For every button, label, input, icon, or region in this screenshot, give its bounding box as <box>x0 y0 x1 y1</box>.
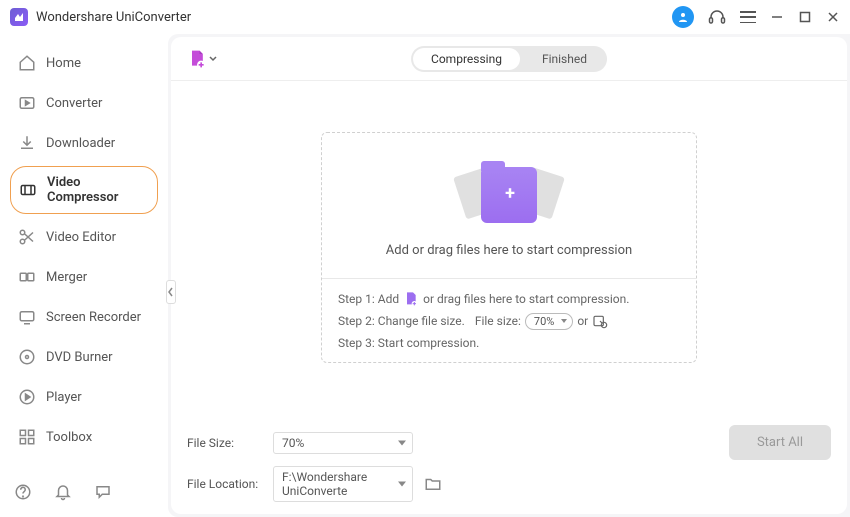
home-icon <box>18 54 36 72</box>
start-all-label: Start All <box>757 435 803 450</box>
folder-illustration-icon: + <box>459 161 559 231</box>
sidebar-item-player[interactable]: Player <box>10 380 158 414</box>
file-location-value: F:\Wondershare UniConverte <box>282 470 367 498</box>
file-location-label: File Location: <box>187 477 263 491</box>
menu-icon[interactable] <box>740 11 756 23</box>
step3-text: Step 3: Start compression. <box>338 336 479 350</box>
sidebar-item-label: Toolbox <box>46 430 92 445</box>
sidebar-item-label: Merger <box>46 270 87 285</box>
body: Home Converter Downloader Video Compress… <box>0 34 850 517</box>
footer: File Size: 70% Start All File Location: … <box>171 413 847 514</box>
title-right <box>672 6 840 28</box>
sidebar-bottom <box>10 477 158 507</box>
disc-icon <box>18 348 36 366</box>
step2-or: or <box>577 314 588 328</box>
content: + Add or drag files here to start compre… <box>171 81 847 413</box>
sidebar-item-label: Converter <box>46 96 102 111</box>
step2-label: File size: <box>475 314 521 328</box>
sidebar-item-label: Home <box>46 56 81 71</box>
play-icon <box>18 388 36 406</box>
open-folder-button[interactable] <box>423 474 443 494</box>
add-file-button[interactable] <box>187 49 217 69</box>
tab-label: Compressing <box>431 52 502 66</box>
sidebar-item-video-editor[interactable]: Video Editor <box>10 220 158 254</box>
sidebar-item-label: Video Editor <box>46 230 116 245</box>
sidebar-item-downloader[interactable]: Downloader <box>10 126 158 160</box>
file-size-select[interactable]: 70% <box>273 432 413 454</box>
collapse-sidebar-icon[interactable] <box>166 280 176 304</box>
tab-label: Finished <box>542 52 587 66</box>
sidebar-item-dvd-burner[interactable]: DVD Burner <box>10 340 158 374</box>
sidebar-item-label: Player <box>46 390 82 405</box>
sidebar-item-label: DVD Burner <box>46 350 113 365</box>
file-size-inline-value: 70% <box>534 315 554 328</box>
minimize-icon[interactable] <box>770 10 784 24</box>
titlebar: Wondershare UniConverter <box>0 0 850 34</box>
app-logo-icon <box>10 8 28 26</box>
start-all-button[interactable]: Start All <box>729 425 831 460</box>
file-size-inline-select[interactable]: 70% <box>525 313 573 330</box>
step-1: Step 1: Add or drag files here to start … <box>338 291 680 307</box>
tab-finished[interactable]: Finished <box>522 46 607 72</box>
record-icon <box>18 308 36 326</box>
scissors-icon <box>18 228 36 246</box>
sidebar-item-toolbox[interactable]: Toolbox <box>10 420 158 454</box>
support-icon[interactable] <box>708 8 726 26</box>
step-3: Step 3: Start compression. <box>338 336 680 350</box>
file-size-value: 70% <box>282 436 304 450</box>
app-title: Wondershare UniConverter <box>36 10 191 25</box>
add-file-small-icon <box>403 291 419 307</box>
sidebar-item-label: Downloader <box>46 136 115 151</box>
merge-icon <box>18 268 36 286</box>
step2-prefix: Step 2: Change file size. <box>338 314 465 328</box>
add-file-icon <box>187 49 207 69</box>
tabs: Compressing Finished <box>411 46 607 72</box>
main-panel: Compressing Finished + Add or drag <box>171 37 847 514</box>
file-size-label: File Size: <box>187 436 263 450</box>
step-2: Step 2: Change file size. File size: 70%… <box>338 313 680 330</box>
sidebar-item-home[interactable]: Home <box>10 46 158 80</box>
sidebar: Home Converter Downloader Video Compress… <box>0 34 168 517</box>
bell-icon[interactable] <box>54 483 72 501</box>
file-location-select[interactable]: F:\Wondershare UniConverte <box>273 466 413 502</box>
close-icon[interactable] <box>826 10 840 24</box>
sidebar-item-merger[interactable]: Merger <box>10 260 158 294</box>
user-avatar-icon[interactable] <box>672 6 694 28</box>
steps: Step 1: Add or drag files here to start … <box>322 279 696 362</box>
compress-icon <box>19 181 37 199</box>
maximize-icon[interactable] <box>798 10 812 24</box>
main: Compressing Finished + Add or drag <box>168 34 850 517</box>
settings-icon[interactable] <box>592 313 608 329</box>
help-icon[interactable] <box>14 483 32 501</box>
drop-zone[interactable]: + Add or drag files here to start compre… <box>322 133 696 278</box>
sidebar-item-converter[interactable]: Converter <box>10 86 158 120</box>
download-icon <box>18 134 36 152</box>
step1-suffix: or drag files here to start compression. <box>423 292 629 306</box>
tab-compressing[interactable]: Compressing <box>413 48 520 70</box>
sidebar-item-video-compressor[interactable]: Video Compressor <box>10 166 158 214</box>
toolbar: Compressing Finished <box>171 37 847 81</box>
sidebar-item-screen-recorder[interactable]: Screen Recorder <box>10 300 158 334</box>
step1-prefix: Step 1: Add <box>338 292 399 306</box>
sidebar-item-label: Screen Recorder <box>46 310 141 325</box>
drop-panel[interactable]: + Add or drag files here to start compre… <box>321 132 697 363</box>
converter-icon <box>18 94 36 112</box>
title-left: Wondershare UniConverter <box>10 8 191 26</box>
feedback-icon[interactable] <box>94 483 112 501</box>
chevron-down-icon <box>209 56 217 62</box>
grid-icon <box>18 428 36 446</box>
drop-heading: Add or drag files here to start compress… <box>386 243 632 258</box>
sidebar-item-label: Video Compressor <box>47 175 149 205</box>
